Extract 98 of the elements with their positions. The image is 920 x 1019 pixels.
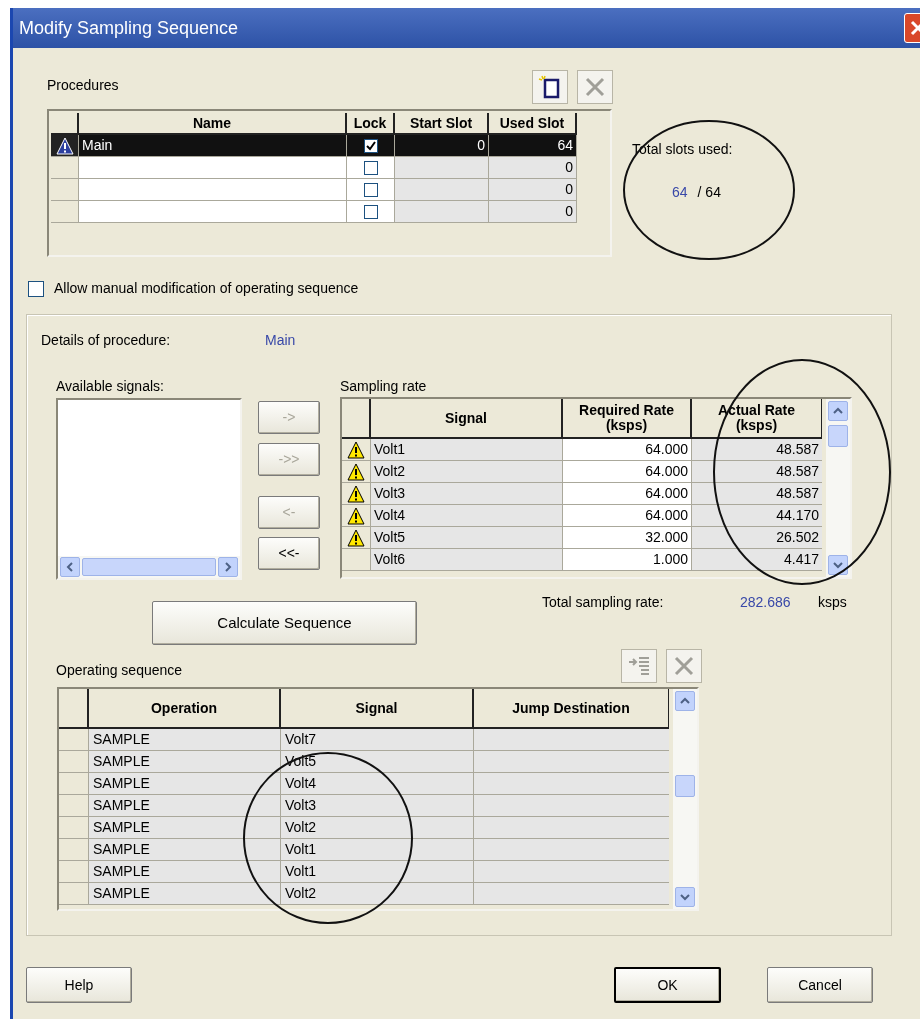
column-header: Lock bbox=[347, 113, 395, 135]
column-header: Used Slot bbox=[489, 113, 577, 135]
table-cell: 4.417 bbox=[692, 549, 822, 571]
close-icon bbox=[672, 654, 696, 678]
column-header: Signal bbox=[371, 399, 563, 439]
table-cell: 26.502 bbox=[692, 527, 822, 549]
new-page-icon bbox=[538, 75, 562, 99]
checkbox[interactable] bbox=[363, 182, 378, 197]
help-button[interactable]: Help bbox=[26, 967, 132, 1003]
total-slots-value: / 64 bbox=[697, 183, 721, 202]
row-header[interactable] bbox=[342, 439, 371, 461]
scroll-up-button[interactable] bbox=[828, 401, 848, 421]
table-cell: Volt3 bbox=[281, 795, 474, 817]
table-cell: Main bbox=[79, 135, 347, 157]
transfer-button[interactable]: <<- bbox=[258, 537, 320, 570]
scroll-down-button[interactable] bbox=[828, 555, 848, 575]
unit-label: ksps bbox=[818, 593, 847, 612]
column-header: Operation bbox=[89, 689, 281, 729]
row-header[interactable] bbox=[51, 135, 79, 157]
insert-row-icon bbox=[627, 654, 651, 678]
row-header[interactable] bbox=[342, 461, 371, 483]
table-cell: SAMPLE bbox=[89, 817, 281, 839]
table-cell: Volt4 bbox=[371, 505, 563, 527]
row-header[interactable] bbox=[342, 527, 371, 549]
scroll-left-button[interactable] bbox=[60, 557, 80, 577]
table-cell: 48.587 bbox=[692, 439, 822, 461]
total-rate-value: 282.686 bbox=[740, 593, 792, 612]
table-cell: Volt1 bbox=[371, 439, 563, 461]
table-cell: 64.000 bbox=[563, 439, 692, 461]
scroll-right-button[interactable] bbox=[218, 557, 238, 577]
column-header: Signal bbox=[281, 689, 474, 729]
calculate-sequence-button[interactable]: Calculate Sequence bbox=[152, 601, 417, 645]
table-cell: 1.000 bbox=[563, 549, 692, 571]
table-cell: Volt2 bbox=[281, 883, 474, 905]
column-header bbox=[51, 113, 79, 135]
checkbox[interactable] bbox=[363, 138, 378, 153]
table-cell: SAMPLE bbox=[89, 729, 281, 751]
delete-button[interactable] bbox=[666, 649, 702, 683]
table-cell: Volt1 bbox=[281, 861, 474, 883]
checkbox[interactable] bbox=[363, 160, 378, 175]
scroll-thumb[interactable] bbox=[675, 775, 695, 797]
table-cell: Volt2 bbox=[281, 817, 474, 839]
scrollbar[interactable] bbox=[826, 399, 850, 577]
table-cell: 0 bbox=[489, 179, 577, 201]
signals-list[interactable] bbox=[56, 398, 242, 580]
table-cell: Volt1 bbox=[281, 839, 474, 861]
used-slots-value: 64 bbox=[672, 183, 688, 202]
new-procedure-button[interactable] bbox=[532, 70, 568, 104]
total-rate-label: Total sampling rate: bbox=[542, 593, 665, 612]
checkbox-label: Allow manual modification of operating sequence bbox=[54, 279, 359, 298]
delete-button[interactable] bbox=[577, 70, 613, 104]
scrollbar[interactable] bbox=[58, 556, 240, 578]
checkbox[interactable] bbox=[28, 280, 44, 297]
column-header: Required Rate (ksps) bbox=[563, 399, 692, 439]
table-cell: SAMPLE bbox=[89, 795, 281, 817]
procedure-name: Main bbox=[265, 331, 296, 350]
table-cell: 64.000 bbox=[563, 505, 692, 527]
section-label: Available signals: bbox=[56, 377, 165, 396]
scrollbar[interactable] bbox=[673, 689, 697, 909]
table-cell: 64.000 bbox=[563, 461, 692, 483]
insert-button[interactable] bbox=[621, 649, 657, 683]
table-cell: Volt6 bbox=[371, 549, 563, 571]
scroll-up-button[interactable] bbox=[675, 691, 695, 711]
table-cell: 44.170 bbox=[692, 505, 822, 527]
row-header[interactable] bbox=[342, 505, 371, 527]
table-cell: 64 bbox=[489, 135, 577, 157]
section-label: Operating sequence bbox=[56, 661, 183, 680]
table-cell: 0 bbox=[489, 157, 577, 179]
table-cell: 48.587 bbox=[692, 483, 822, 505]
table-cell: 48.587 bbox=[692, 461, 822, 483]
table-cell: Volt5 bbox=[371, 527, 563, 549]
section-label: Sampling rate bbox=[340, 377, 428, 396]
details-label: Details of procedure: bbox=[41, 331, 172, 350]
column-header: Jump Destination bbox=[474, 689, 669, 729]
table-cell: Volt7 bbox=[281, 729, 474, 751]
cancel-button[interactable]: Cancel bbox=[767, 967, 873, 1003]
row-header[interactable] bbox=[342, 483, 371, 505]
table-cell: 0 bbox=[395, 135, 489, 157]
table-cell: Volt3 bbox=[371, 483, 563, 505]
window-title: Modify Sampling Sequence bbox=[18, 16, 239, 40]
table-cell: 64.000 bbox=[563, 483, 692, 505]
table-cell: 32.000 bbox=[563, 527, 692, 549]
table-cell: SAMPLE bbox=[89, 751, 281, 773]
close-icon bbox=[583, 75, 607, 99]
column-header: Name bbox=[79, 113, 347, 135]
column-header: Start Slot bbox=[395, 113, 489, 135]
table-cell: Volt2 bbox=[371, 461, 563, 483]
checkbox[interactable] bbox=[363, 204, 378, 219]
section-label: Procedures bbox=[47, 76, 119, 95]
scroll-thumb[interactable] bbox=[82, 558, 216, 576]
table-cell: SAMPLE bbox=[89, 861, 281, 883]
table-cell: SAMPLE bbox=[89, 883, 281, 905]
table-cell: SAMPLE bbox=[89, 773, 281, 795]
table-cell: Volt4 bbox=[281, 773, 474, 795]
table-cell: SAMPLE bbox=[89, 839, 281, 861]
ok-button[interactable]: OK bbox=[614, 967, 721, 1003]
scroll-thumb[interactable] bbox=[828, 425, 848, 447]
table-cell: 0 bbox=[489, 201, 577, 223]
